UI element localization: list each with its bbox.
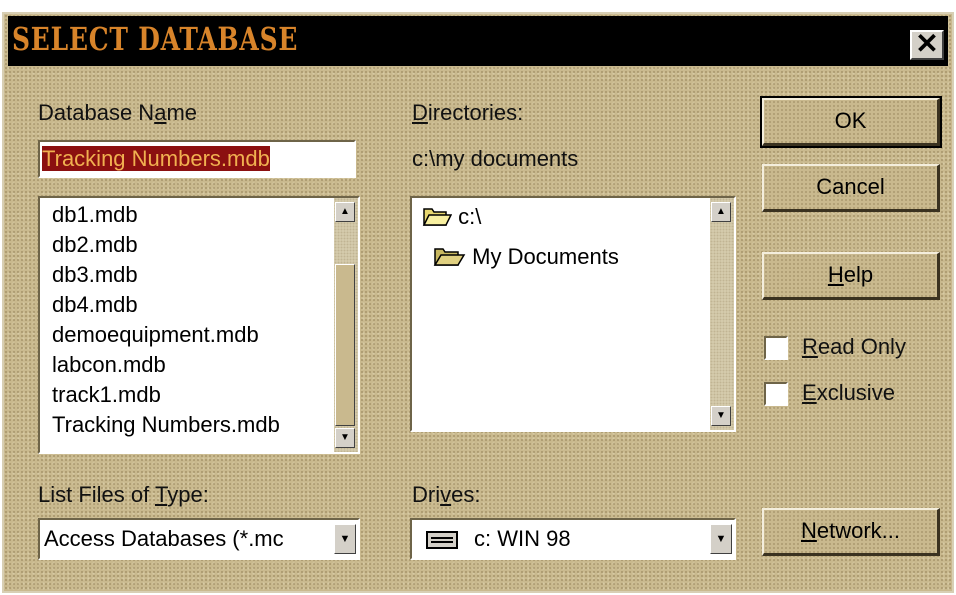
help-button[interactable]: Help (762, 252, 940, 300)
directories-label-text: irectories: (427, 100, 524, 125)
close-button[interactable]: ✕ (910, 30, 944, 60)
title-bar[interactable]: SELECT DATABASE ✕ (8, 16, 948, 66)
file-list-item[interactable]: track1.mdb (52, 382, 161, 408)
drives-label-text: Dri (412, 482, 441, 507)
chevron-up-icon: ▲ (716, 206, 726, 217)
help-button-label: elp (843, 262, 874, 287)
file-list-item[interactable]: demoequipment.mdb (52, 322, 259, 348)
network-button-key: N (800, 518, 817, 543)
file-list-item[interactable]: labcon.mdb (52, 352, 166, 378)
directory-tree[interactable]: c:\ My Documents ▲ ▼ (410, 196, 736, 432)
read-only-checkbox[interactable] (764, 336, 788, 360)
exclusive-label-text: xclusive (816, 380, 895, 405)
help-button-key: H (827, 262, 844, 287)
database-name-label: Database Name (38, 100, 197, 126)
file-list-item[interactable]: Tracking Numbers.mdb (52, 412, 280, 438)
hard-drive-icon (426, 531, 458, 549)
directories-label: Directories: (412, 100, 523, 126)
file-type-value: Access Databases (*.mc (44, 526, 284, 551)
file-list-item[interactable]: db2.mdb (52, 232, 138, 258)
exclusive-label[interactable]: Exclusive (802, 380, 895, 406)
directory-item-label: c:\ (458, 204, 482, 229)
database-name-label-text: Database N (38, 100, 155, 125)
scroll-thumb[interactable] (335, 264, 355, 426)
exclusive-checkbox[interactable] (764, 382, 788, 406)
close-icon: ✕ (915, 28, 939, 59)
directory-item-label: My Documents (472, 244, 619, 269)
cancel-button[interactable]: Cancel (762, 164, 940, 212)
network-button[interactable]: Network... (762, 508, 940, 556)
chevron-down-icon: ▼ (339, 533, 351, 545)
file-list[interactable]: db1.mdb db2.mdb db3.mdb db4.mdb demoequi… (38, 196, 360, 454)
dialog-title: SELECT DATABASE (12, 20, 299, 58)
ok-button[interactable]: OK (760, 96, 942, 148)
drives-label-key: v (440, 482, 452, 507)
drives-select[interactable]: c: WIN 98 ▼ (410, 518, 736, 560)
drives-label: Drives: (412, 482, 480, 508)
chevron-down-icon: ▼ (340, 432, 350, 443)
directory-item-root[interactable]: c:\ (422, 204, 481, 230)
file-type-label-text-end: ype: (167, 482, 209, 507)
directory-scrollbar[interactable]: ▲ ▼ (710, 198, 734, 430)
scroll-down-button[interactable]: ▼ (335, 428, 355, 448)
drives-label-text-end: es: (451, 482, 481, 507)
read-only-label[interactable]: Read Only (802, 334, 906, 360)
read-only-label-text: ead Only (817, 334, 906, 359)
database-name-input[interactable]: Tracking Numbers.mdb (38, 140, 356, 178)
open-folder-icon (433, 248, 466, 266)
chevron-up-icon: ▲ (340, 206, 350, 217)
chevron-down-icon: ▼ (715, 533, 727, 545)
scroll-up-button[interactable]: ▲ (335, 202, 355, 222)
open-folder-icon (422, 208, 453, 226)
drives-dropdown-button[interactable]: ▼ (710, 524, 732, 554)
current-directory-path: c:\my documents (412, 146, 579, 171)
file-type-label-key: T (154, 482, 168, 507)
directories-label-key: D (412, 100, 428, 125)
file-type-label-text: List Files of (38, 482, 155, 507)
file-list-item[interactable]: db1.mdb (52, 202, 138, 228)
read-only-label-key: R (802, 334, 818, 359)
network-button-label: etwork... (816, 518, 901, 543)
file-list-item[interactable]: db4.mdb (52, 292, 138, 318)
file-list-item[interactable]: db3.mdb (52, 262, 138, 288)
database-name-label-text-end: me (166, 100, 197, 125)
scroll-down-button[interactable]: ▼ (711, 406, 731, 426)
file-type-select[interactable]: Access Databases (*.mc ▼ (38, 518, 360, 560)
drives-value: c: WIN 98 (474, 526, 571, 551)
file-list-scrollbar[interactable]: ▲ ▼ (334, 198, 358, 452)
scroll-up-button[interactable]: ▲ (711, 202, 731, 222)
chevron-down-icon: ▼ (716, 410, 726, 421)
database-name-label-key: a (154, 100, 167, 125)
file-type-dropdown-button[interactable]: ▼ (334, 524, 356, 554)
file-type-label: List Files of Type: (38, 482, 209, 508)
directory-item-my-documents[interactable]: My Documents (432, 244, 619, 270)
database-name-value: Tracking Numbers.mdb (42, 146, 270, 171)
exclusive-label-key: E (802, 380, 817, 405)
